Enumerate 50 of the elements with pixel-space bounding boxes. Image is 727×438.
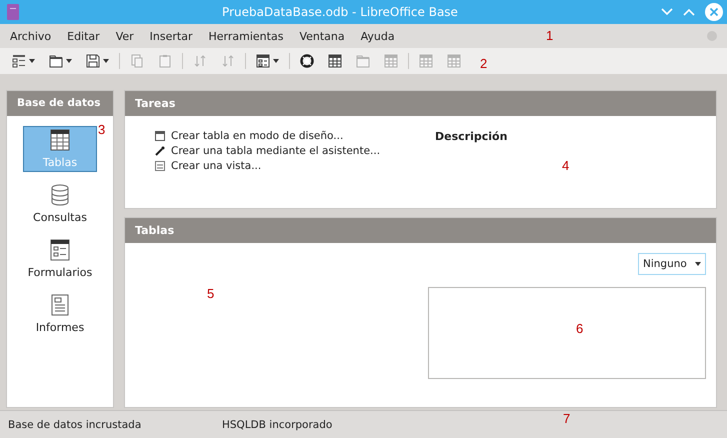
save-icon[interactable] [86, 54, 100, 68]
panel-header: Tablas [125, 218, 716, 243]
form-icon [50, 239, 70, 261]
window-title: PruebaDataBase.odb - LibreOffice Base [221, 5, 459, 19]
status-text: HSQLDB incorporado [222, 418, 332, 430]
table-design-icon [155, 131, 165, 141]
report-icon [50, 294, 70, 316]
wand-icon [155, 146, 165, 156]
preview-dropdown[interactable]: Ninguno [638, 253, 706, 275]
close-icon[interactable] [705, 3, 723, 21]
dropdown-arrow-icon[interactable] [103, 59, 109, 63]
sidebar-item[interactable]: Consultas [23, 181, 97, 227]
dropdown-arrow-icon[interactable] [695, 262, 701, 266]
menu-item[interactable]: Ventana [291, 30, 353, 42]
sidebar-item[interactable]: Formularios [23, 236, 97, 282]
maximize-icon[interactable] [683, 8, 695, 16]
annotation-number: 4 [562, 158, 570, 173]
table-icon [50, 129, 70, 151]
menu-item[interactable]: Insertar [142, 30, 200, 42]
lifebuoy-icon[interactable] [300, 54, 314, 68]
minimize-icon[interactable] [661, 8, 673, 16]
dropdown-arrow-icon[interactable] [66, 59, 72, 63]
status-text: Base de datos incrustada [8, 418, 142, 430]
table-list-icon[interactable] [12, 54, 26, 68]
annotation-number: 2 [480, 56, 488, 71]
panel-header: Tareas [125, 91, 716, 116]
menu-item[interactable]: Herramientas [200, 30, 292, 42]
menu-item[interactable]: Ver [108, 30, 142, 42]
table-icon[interactable] [328, 54, 342, 68]
form-icon[interactable] [256, 54, 270, 68]
task-link[interactable]: Crear tabla en modo de diseño... [171, 130, 344, 142]
dropdown-arrow-icon[interactable] [29, 59, 35, 63]
app-icon [7, 4, 19, 20]
annotation-number: 7 [563, 411, 570, 426]
task-link[interactable]: Crear una vista... [171, 160, 262, 172]
annotation-number: 3 [98, 122, 106, 137]
menu-item[interactable]: Editar [59, 30, 108, 42]
description-heading: Descripción [435, 130, 508, 145]
sidebar-item[interactable]: Informes [23, 291, 97, 337]
folder-icon[interactable] [49, 54, 63, 68]
annotation-number: 6 [576, 321, 584, 336]
menu-item[interactable]: Archivo [2, 30, 60, 42]
database-icon [50, 184, 70, 206]
task-link[interactable]: Crear una tabla mediante el asistente... [171, 145, 380, 157]
annotation-number: 5 [207, 286, 214, 301]
annotation-number: 1 [546, 28, 554, 43]
dropdown-arrow-icon[interactable] [273, 59, 279, 63]
menu-item[interactable]: Ayuda [352, 30, 403, 42]
view-icon [155, 161, 165, 171]
panel-header: Base de datos [7, 91, 113, 116]
